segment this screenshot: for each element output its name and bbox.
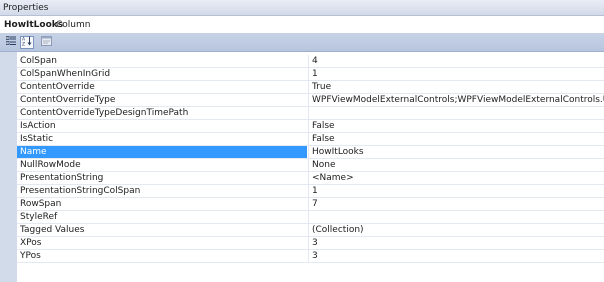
property-name: PresentationString — [20, 173, 104, 183]
property-name: RowSpan — [20, 199, 62, 209]
property-row-tagged-values[interactable]: Tagged Values (Collection) — [17, 224, 604, 237]
property-row-styleref[interactable]: StyleRef — [17, 211, 604, 224]
categorized-icon — [5, 36, 16, 49]
grid-gutter — [0, 52, 17, 282]
property-row-colspanwheningrid[interactable]: ColSpanWhenInGrid 1 — [17, 68, 604, 81]
property-name: Tagged Values — [20, 225, 85, 235]
property-pages-button[interactable] — [39, 36, 53, 49]
property-name: ColSpan — [20, 56, 57, 66]
property-value[interactable] — [308, 211, 604, 223]
alphabetical-button[interactable]: A Z — [20, 36, 34, 49]
property-row-presentationstringcolspan[interactable]: PresentationStringColSpan 1 — [17, 185, 604, 198]
property-name: NullRowMode — [20, 160, 81, 170]
properties-title-bar: Properties — [0, 0, 604, 16]
window-title: Properties — [3, 3, 49, 13]
property-row-nullrowmode[interactable]: NullRowMode None — [17, 159, 604, 172]
svg-text:Z: Z — [22, 42, 25, 47]
property-value[interactable]: 1 — [308, 68, 604, 80]
property-row-isstatic[interactable]: IsStatic False — [17, 133, 604, 146]
property-name: Name — [17, 146, 307, 158]
property-name: IsAction — [20, 121, 56, 131]
property-name: ContentOverrideTypeDesignTimePath — [20, 108, 189, 118]
property-row-contentoverride[interactable]: ContentOverride True — [17, 81, 604, 94]
property-name: ColSpanWhenInGrid — [20, 69, 111, 79]
property-value[interactable]: WPFViewModelExternalControls;WPFViewMode… — [308, 94, 604, 106]
property-row-rowspan[interactable]: RowSpan 7 — [17, 198, 604, 211]
property-value[interactable]: 3 — [308, 237, 604, 249]
property-value[interactable]: 1 — [308, 185, 604, 197]
property-value[interactable]: False — [308, 120, 604, 132]
property-row-contentoverridetypedesigntimepath[interactable]: ContentOverrideTypeDesignTimePath — [17, 107, 604, 120]
property-grid: ColSpan 4 ColSpanWhenInGrid 1 ContentOve… — [0, 52, 604, 282]
categorized-button[interactable] — [4, 36, 18, 49]
property-pages-icon — [40, 36, 52, 49]
property-value[interactable]: <Name> — [308, 172, 604, 184]
property-row-ypos[interactable]: YPos 3 — [17, 250, 604, 263]
property-name: ContentOverride — [20, 82, 95, 92]
object-name: HowItLooks — [4, 20, 64, 30]
property-value[interactable] — [308, 107, 604, 119]
property-name: PresentationStringColSpan — [20, 186, 141, 196]
property-row-xpos[interactable]: XPos 3 — [17, 237, 604, 250]
property-name: XPos — [20, 238, 42, 248]
property-row-name[interactable]: Name HowItLooks — [17, 146, 604, 159]
object-type: Column — [56, 20, 91, 30]
object-selector[interactable]: HowItLooks Column — [0, 16, 604, 34]
property-value[interactable]: 7 — [308, 198, 604, 210]
property-name: StyleRef — [20, 212, 58, 222]
property-value[interactable]: HowItLooks — [308, 146, 604, 158]
property-value[interactable]: (Collection) — [308, 224, 604, 236]
property-name: ContentOverrideType — [20, 95, 116, 105]
property-value[interactable]: 4 — [308, 55, 604, 67]
property-value[interactable]: False — [308, 133, 604, 145]
property-row-contentoverridetype[interactable]: ContentOverrideType WPFViewModelExternal… — [17, 94, 604, 107]
property-value[interactable]: True — [308, 81, 604, 93]
alphabetical-sort-icon: A Z — [22, 36, 33, 49]
property-name: YPos — [20, 251, 41, 261]
property-row-presentationstring[interactable]: PresentationString <Name> — [17, 172, 604, 185]
properties-toolbar: A Z — [0, 34, 604, 52]
property-value[interactable]: 3 — [308, 250, 604, 262]
property-value[interactable]: None — [308, 159, 604, 171]
property-row-isaction[interactable]: IsAction False — [17, 120, 604, 133]
property-row-colspan[interactable]: ColSpan 4 — [17, 55, 604, 68]
property-name: IsStatic — [20, 134, 54, 144]
